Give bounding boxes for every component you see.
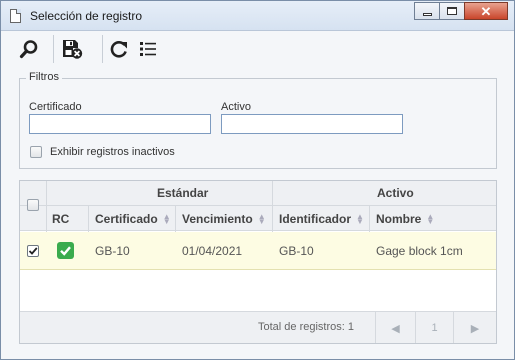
maximize-button[interactable]: [439, 2, 465, 20]
prev-page-button[interactable]: ◀: [376, 312, 415, 343]
select-all-checkbox[interactable]: [27, 199, 39, 211]
cell-certificado: GB-10: [95, 244, 130, 258]
minimize-icon: [415, 3, 439, 19]
next-page-button[interactable]: ▶: [454, 312, 496, 343]
check-icon: [60, 246, 71, 256]
cell-nombre: Gage block 1cm: [376, 244, 463, 258]
column-header-rc[interactable]: RC: [52, 212, 69, 226]
cell-vencimiento: 01/04/2021: [182, 244, 243, 258]
list-button[interactable]: [135, 37, 161, 61]
column-header-nombre[interactable]: Nombre ▲ ▼: [376, 212, 434, 226]
inactive-records-label: Exhibir registros inactivos: [50, 146, 175, 158]
list-icon: [140, 42, 156, 56]
checkmark-icon: [28, 247, 38, 255]
title-bar[interactable]: Selección de registro ✕: [1, 1, 514, 31]
sort-icon: ▲ ▼: [426, 212, 435, 226]
maximize-icon: [440, 3, 464, 19]
prev-page-icon: ◀: [391, 322, 400, 335]
column-header-certificado[interactable]: Certificado ▲ ▼: [95, 212, 171, 226]
close-button[interactable]: ✕: [464, 2, 508, 20]
grid-footer: Total de registros: 1 ◀ 1 ▶: [20, 311, 496, 343]
records-grid: Estándar Activo RC Certificado ▲ ▼ Vencimi…: [19, 180, 497, 344]
certificado-input[interactable]: [29, 114, 211, 134]
column-header-identificador[interactable]: Identificador ▲ ▼: [279, 212, 364, 226]
sort-icon: ▲ ▼: [257, 212, 266, 226]
activo-input[interactable]: [221, 114, 403, 134]
next-page-icon: ▶: [470, 322, 480, 335]
search-button[interactable]: [16, 37, 42, 61]
window-title: Selección de registro: [30, 9, 143, 23]
minimize-button[interactable]: [414, 2, 440, 20]
filters-group: Filtros Certificado Activo Exhibir regis…: [19, 71, 497, 169]
search-icon: [19, 40, 38, 59]
sort-icon: ▲ ▼: [356, 212, 364, 226]
page-number: 1: [431, 322, 438, 334]
sort-icon: ▲ ▼: [162, 212, 171, 226]
refresh-icon: [110, 40, 127, 58]
activo-label: Activo: [221, 101, 251, 113]
rc-status-icon: [57, 242, 74, 259]
row-checkbox[interactable]: [27, 245, 39, 257]
table-row[interactable]: GB-10 01/04/2021 GB-10 Gage block 1cm: [20, 232, 496, 270]
record-selection-window: Selección de registro ✕ Filtros Certific…: [0, 0, 515, 360]
group-header-activo: Activo: [377, 186, 414, 200]
toolbar: [2, 31, 513, 67]
filters-legend: Filtros: [26, 71, 62, 83]
grid-group-header: Estándar Activo: [20, 181, 496, 206]
certificado-label: Certificado: [29, 101, 82, 113]
window-controls: ✕: [414, 2, 508, 20]
cell-identificador: GB-10: [279, 244, 314, 258]
save-cancel-icon: [63, 40, 83, 59]
inactive-records-checkbox[interactable]: [30, 146, 42, 158]
column-header-vencimiento[interactable]: Vencimiento ▲ ▼: [182, 212, 266, 226]
toolbar-separator: [53, 35, 54, 63]
group-header-estandar: Estándar: [157, 186, 209, 200]
grid-column-header: RC Certificado ▲ ▼ Vencimiento ▲ ▼ Identific…: [20, 206, 496, 231]
document-icon: [10, 9, 21, 23]
close-icon: ✕: [480, 3, 492, 19]
refresh-button[interactable]: [106, 37, 132, 61]
total-records: Total de registros: 1: [258, 321, 354, 333]
toolbar-separator: [102, 35, 103, 63]
save-cancel-button[interactable]: [59, 37, 85, 61]
